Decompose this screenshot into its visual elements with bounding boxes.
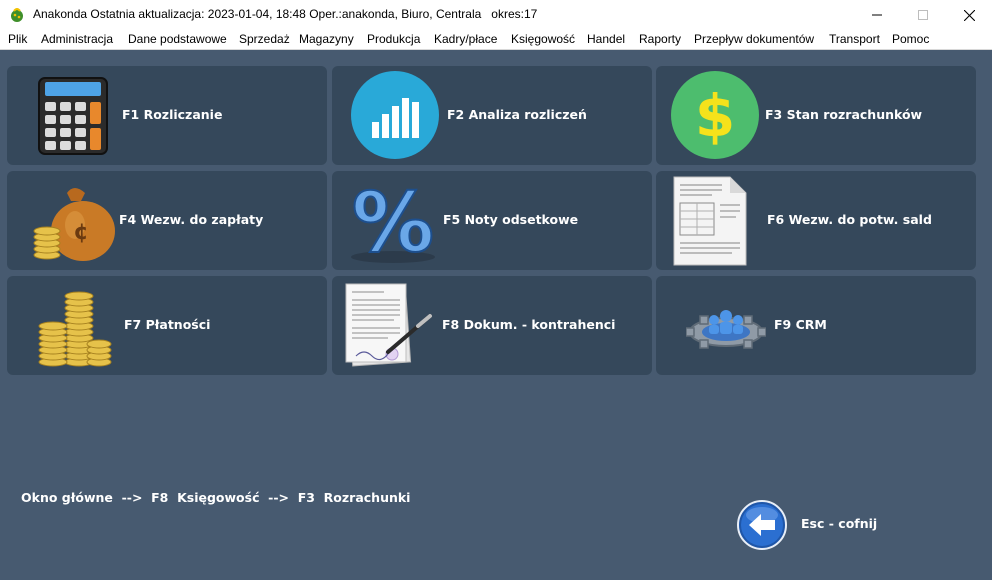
tile-f2-analiza-rozliczen[interactable]: F2 Analiza rozliczeń — [332, 66, 652, 165]
tile-f8-dokum-kontrahenci[interactable]: F8 Dokum. - kontrahenci — [332, 276, 652, 375]
breadcrumb: Okno główne --> F8 Księgowość --> F3 Roz… — [21, 490, 411, 505]
tile-label: F6 Wezw. do potw. sald — [767, 212, 932, 227]
window-title: Anakonda Ostatnia aktualizacja: 2023-01-… — [33, 7, 538, 21]
tile-label: F1 Rozliczanie — [122, 107, 223, 122]
menu-bar: Plik Administracja Dane podstawowe Sprze… — [0, 30, 992, 50]
tile-label: F5 Noty odsetkowe — [443, 212, 579, 227]
menu-ksiegowosc[interactable]: Księgowość — [511, 32, 575, 46]
menu-pomoc[interactable]: Pomoc — [892, 32, 929, 46]
menu-raporty[interactable]: Raporty — [639, 32, 681, 46]
close-button[interactable] — [946, 0, 992, 30]
tile-f9-crm[interactable]: F9 CRM — [656, 276, 976, 375]
tile-label: F3 Stan rozrachunków — [765, 107, 923, 122]
menu-sprzedaz[interactable]: Sprzedaż — [239, 32, 290, 46]
menu-transport[interactable]: Transport — [829, 32, 880, 46]
tile-f5-noty-odsetkowe[interactable]: % F5 Noty odsetkowe — [332, 171, 652, 270]
bar-chart-icon — [351, 71, 439, 159]
tile-f6-wezw-do-potw-sald[interactable]: F6 Wezw. do potw. sald — [656, 171, 976, 270]
document-icon — [673, 176, 747, 266]
maximize-icon — [918, 10, 928, 20]
tile-label: F8 Dokum. - kontrahenci — [442, 317, 616, 332]
percent-icon: % — [351, 177, 435, 265]
tile-f4-wezw-do-zaplaty[interactable]: ¢ F4 Wezw. do zapłaty — [7, 171, 327, 270]
back-arrow-icon — [737, 500, 787, 550]
tile-label: F2 Analiza rozliczeń — [447, 107, 587, 122]
calculator-icon — [38, 77, 108, 155]
menu-produkcja[interactable]: Produkcja — [367, 32, 420, 46]
svg-text:$: $ — [695, 82, 735, 150]
menu-plik[interactable]: Plik — [8, 32, 27, 46]
tile-label: F4 Wezw. do zapłaty — [119, 212, 264, 227]
menu-handel[interactable]: Handel — [587, 32, 625, 46]
menu-przeplyw-dokumentow[interactable]: Przepływ dokumentów — [694, 32, 814, 46]
crm-gear-icon — [686, 310, 766, 349]
svg-text:%: % — [352, 177, 434, 265]
contract-pen-icon — [345, 283, 432, 367]
tile-f1-rozliczanie[interactable]: F1 Rozliczanie — [7, 66, 327, 165]
close-icon — [963, 9, 975, 21]
tile-f7-platnosci[interactable]: F7 Płatności — [7, 276, 327, 375]
menu-magazyny[interactable]: Magazyny — [299, 32, 354, 46]
coins-icon — [38, 291, 112, 367]
menu-administracja[interactable]: Administracja — [41, 32, 113, 46]
maximize-button[interactable] — [900, 0, 946, 30]
svg-text:¢: ¢ — [73, 220, 88, 245]
tile-f3-stan-rozrachunkow[interactable]: $ F3 Stan rozrachunków — [656, 66, 976, 165]
menu-kadry-place[interactable]: Kadry/płace — [434, 32, 497, 46]
back-label: Esc - cofnij — [801, 516, 878, 531]
anakonda-logo-icon — [11, 8, 23, 22]
back-button[interactable] — [737, 500, 787, 550]
title-bar: Anakonda Ostatnia aktualizacja: 2023-01-… — [0, 0, 992, 30]
tile-label: F7 Płatności — [124, 317, 211, 332]
menu-dane-podstawowe[interactable]: Dane podstawowe — [128, 32, 227, 46]
money-bag-icon: ¢ — [33, 188, 115, 261]
dollar-icon: $ — [671, 71, 759, 159]
minimize-icon — [872, 14, 882, 16]
minimize-button[interactable] — [854, 0, 900, 30]
tile-label: F9 CRM — [774, 317, 827, 332]
